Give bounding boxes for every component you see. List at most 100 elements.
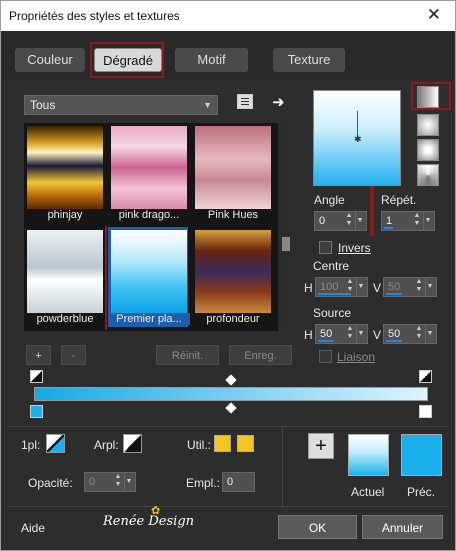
previous-label: Préc. [407, 485, 436, 499]
tab-couleur[interactable]: Couleur [15, 48, 85, 72]
add-gradient-button[interactable]: + [26, 345, 51, 365]
gradient-item-pink-drago[interactable]: pink drago... [108, 123, 188, 223]
angle-input[interactable]: 0 ▲ ▼ ▼ [314, 211, 367, 231]
spin-arrows-icon[interactable]: ▲ ▼ [414, 278, 424, 296]
repeat-input[interactable]: 1 ▲ ▼ ▼ [381, 211, 435, 231]
source-v-input[interactable]: 50 ▲ ▼ ▼ [383, 324, 437, 344]
repeat-label: Répét. [381, 193, 417, 207]
end-color-marker-icon[interactable] [419, 370, 432, 383]
empl-input[interactable]: 0 [222, 472, 255, 492]
invert-checkbox[interactable] [319, 241, 332, 254]
repeat-highlight-box [370, 186, 374, 236]
spin-arrows-icon[interactable]: ▲ ▼ [345, 325, 355, 343]
arrow-right-icon[interactable]: ➜ [272, 93, 285, 111]
title-bar: Propriétés des styles et textures ✕ [1, 1, 455, 31]
gradient-swatch [111, 230, 187, 313]
gradient-filter-select[interactable]: Tous ▼ [24, 95, 218, 115]
opacity-label: Opacité: [28, 476, 73, 490]
spin-arrows-icon[interactable]: ▲ ▼ [113, 473, 123, 491]
empl-value: 0 [227, 476, 234, 488]
conical-style-icon[interactable] [417, 164, 439, 186]
style-highlight-box [411, 82, 451, 110]
help-link[interactable]: Aide [21, 521, 45, 535]
midpoint-marker-icon[interactable] [225, 374, 237, 386]
gradient-item-profondeur[interactable]: profondeur [192, 227, 272, 327]
rectangular-style-icon[interactable] [417, 114, 439, 136]
gradient-label: Premier pla... [108, 313, 190, 325]
gradient-swatch [111, 126, 187, 209]
radial-style-icon[interactable] [417, 139, 439, 161]
midpoint-bottom-marker-icon[interactable] [225, 402, 237, 414]
add-swatch-icon[interactable]: + [308, 433, 334, 459]
gradient-label: pink drago... [118, 209, 180, 221]
gradient-scrollbar[interactable] [281, 123, 291, 331]
source-v-value: 50 [388, 328, 401, 340]
remove-gradient-button[interactable]: - [61, 345, 86, 365]
gradient-label: profondeur [206, 313, 260, 325]
spin-arrows-icon[interactable]: ▲ ▼ [414, 325, 424, 343]
window-title: Propriétés des styles et textures [9, 9, 180, 23]
butterfly-icon: ✿ [151, 505, 161, 517]
gradient-preview[interactable]: ✱ [313, 90, 401, 186]
source-v-label: V [373, 328, 382, 342]
center-handle-icon[interactable]: ✱ [354, 134, 362, 145]
center-v-level-bar [386, 293, 402, 295]
center-v-label: V [373, 281, 382, 295]
center-v-value: 50 [388, 281, 401, 293]
save-button[interactable]: Enreg. [229, 345, 292, 365]
gradient-swatch [195, 230, 271, 313]
end-stop-marker-icon[interactable] [419, 405, 432, 418]
ok-button[interactable]: OK [278, 515, 357, 539]
repeat-value: 1 [386, 215, 393, 227]
opacity-input[interactable]: 0 ▲ ▼ ▼ [84, 472, 136, 492]
tab-highlight-box [90, 42, 164, 78]
gradient-item-phinjay[interactable]: phinjay [24, 123, 104, 223]
reset-button[interactable]: Réinit. [156, 345, 219, 365]
arpl-label: Arpl: [94, 438, 119, 452]
chevron-down-icon[interactable]: ▼ [355, 212, 364, 230]
start-color-marker-icon[interactable] [30, 370, 43, 383]
chevron-down-icon[interactable]: ▼ [356, 325, 365, 343]
current-swatch[interactable] [348, 434, 389, 476]
chevron-down-icon[interactable]: ▼ [124, 473, 133, 491]
gradient-editor-bar[interactable] [34, 387, 428, 401]
center-label: Centre [313, 259, 350, 273]
arpl-color-swatch[interactable] [123, 434, 142, 453]
current-label: Actuel [351, 485, 385, 499]
ipl-color-swatch[interactable] [46, 434, 65, 453]
gradient-item-pink-hues[interactable]: Pink Hues [192, 123, 272, 223]
chevron-down-icon[interactable]: ▼ [423, 212, 432, 230]
util-label: Util.: [187, 438, 211, 452]
link-checkbox[interactable] [319, 350, 332, 363]
source-h-label: H [304, 328, 313, 342]
tab-bar: Couleur Dégradé Motif Texture [1, 31, 455, 79]
gradient-item-powderblue[interactable]: powderblue [24, 227, 104, 327]
center-v-input[interactable]: 50 ▲ ▼ ▼ [383, 277, 437, 297]
source-h-input[interactable]: 50 ▲ ▼ ▼ [315, 324, 368, 344]
previous-swatch[interactable] [401, 434, 442, 476]
tab-texture[interactable]: Texture [273, 48, 345, 72]
center-h-level-bar [318, 293, 351, 295]
start-stop-marker-icon[interactable] [30, 405, 43, 418]
list-view-icon[interactable] [237, 94, 253, 109]
gradient-swatch [195, 126, 271, 209]
close-icon[interactable]: ✕ [427, 5, 441, 25]
chevron-down-icon[interactable]: ▼ [425, 325, 434, 343]
angle-value: 0 [319, 215, 326, 227]
util-color-swatch-2[interactable] [237, 435, 254, 452]
spin-arrows-icon[interactable]: ▲ ▼ [344, 212, 354, 230]
watermark: Renée Design [103, 514, 195, 529]
cancel-button[interactable]: Annuler [362, 515, 443, 539]
spin-arrows-icon[interactable]: ▲ ▼ [412, 212, 422, 230]
util-color-swatch[interactable] [214, 435, 231, 452]
chevron-down-icon[interactable]: ▼ [425, 278, 434, 296]
tab-motif[interactable]: Motif [175, 48, 248, 72]
scroll-thumb[interactable] [282, 237, 290, 251]
center-h-label: H [304, 281, 313, 295]
gradient-item-premier-plan[interactable]: Premier pla... [108, 227, 190, 327]
center-h-input[interactable]: 100 ▲ ▼ ▼ [315, 277, 368, 297]
separator-bottom [7, 506, 449, 507]
source-label: Source [313, 306, 352, 320]
chevron-down-icon: ▼ [203, 100, 212, 110]
chevron-down-icon[interactable]: ▼ [356, 278, 365, 296]
